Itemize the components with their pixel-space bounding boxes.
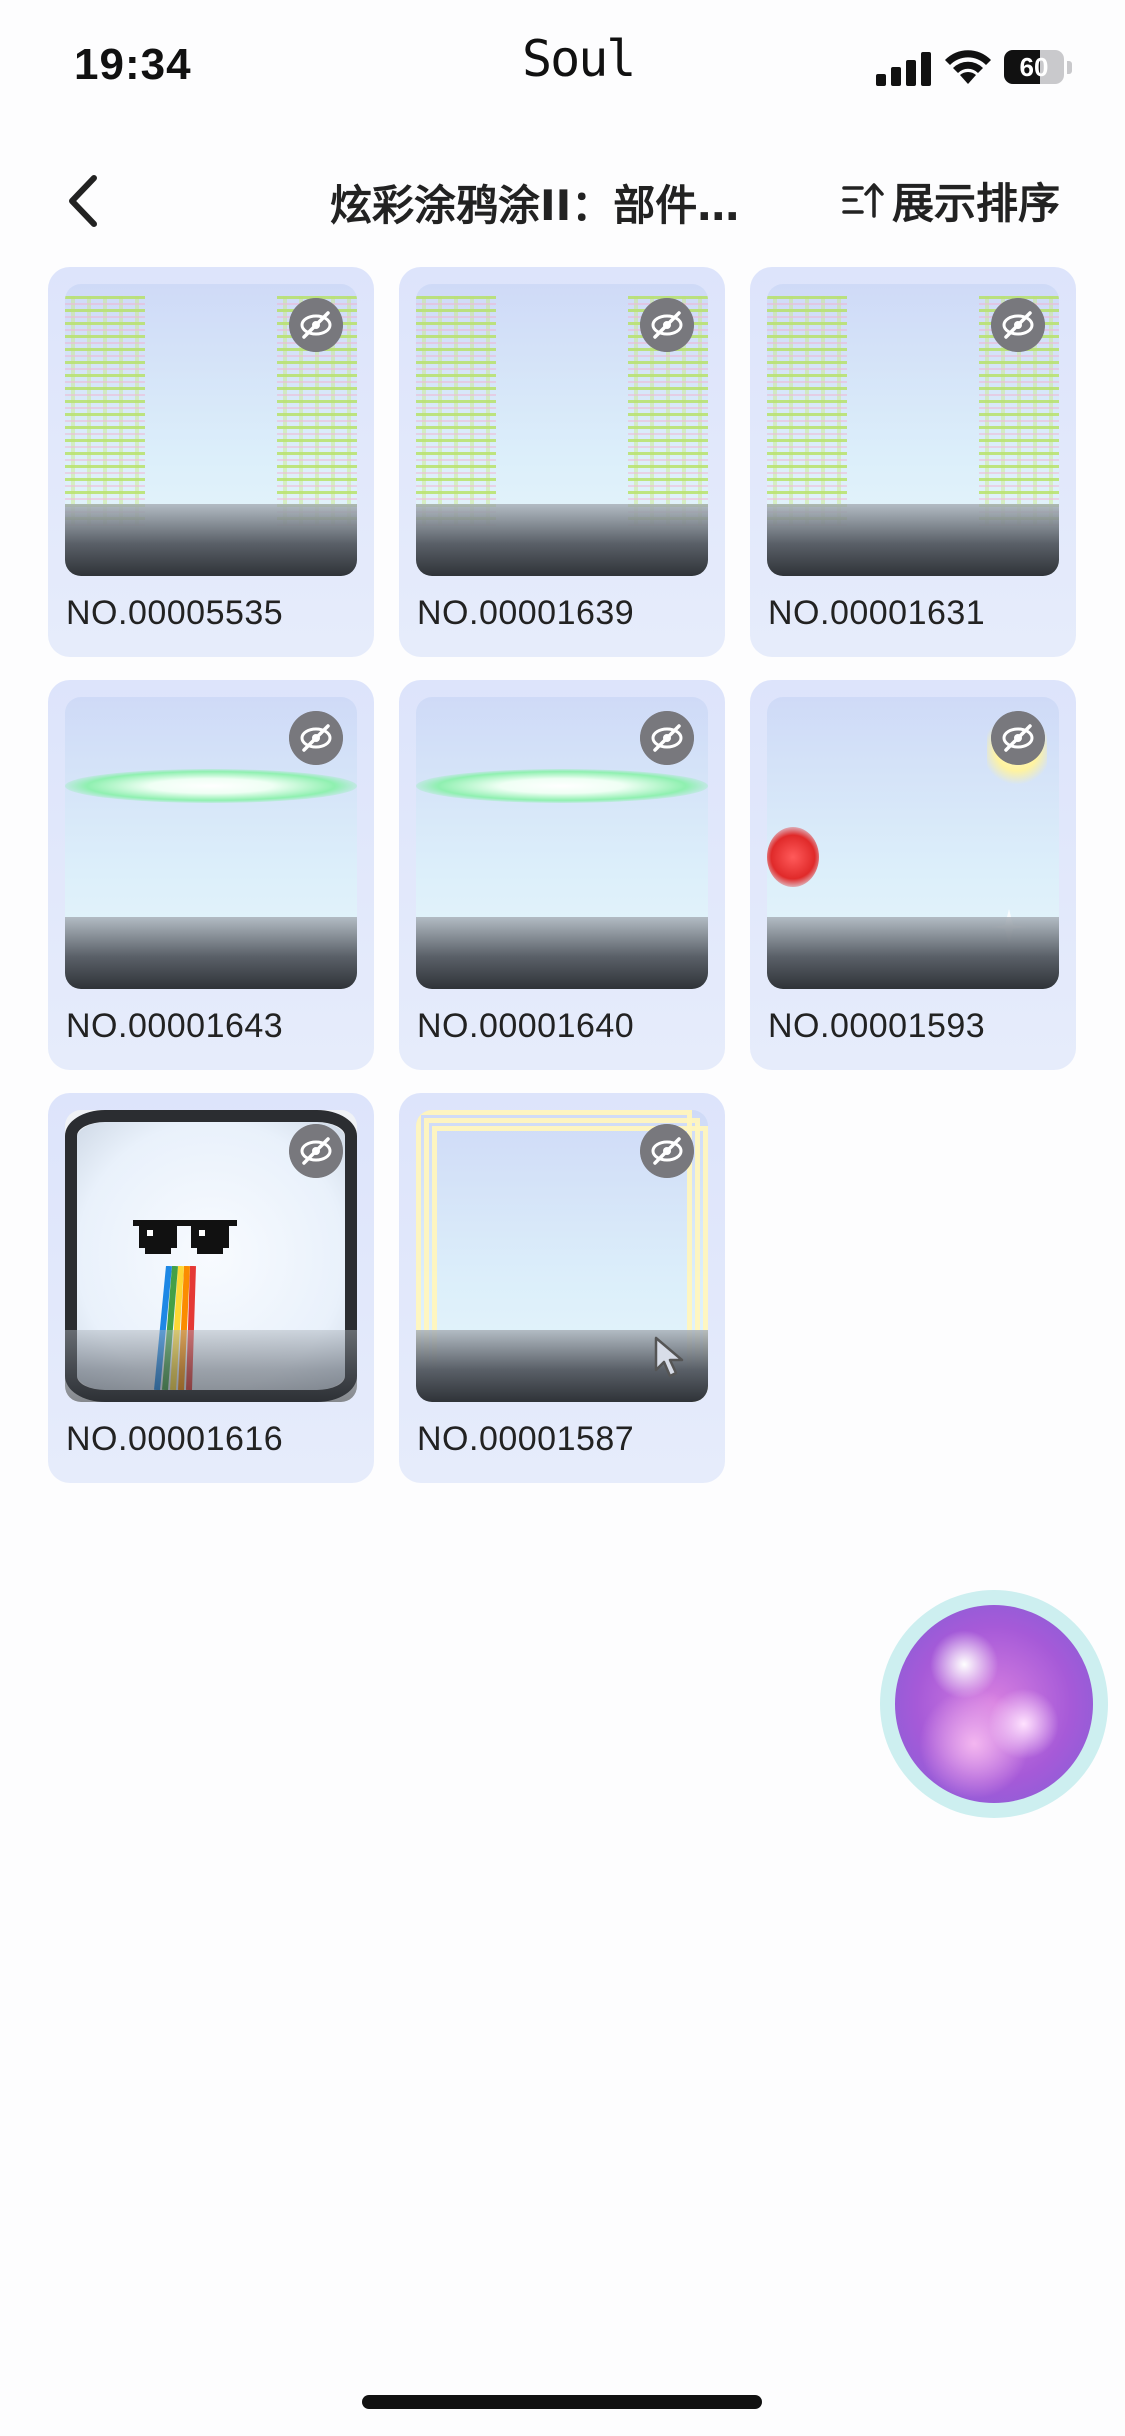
grid-item[interactable]: NO.00005535 <box>48 267 374 657</box>
red-orb-graphic <box>767 827 819 887</box>
item-label: NO.00001640 <box>417 1007 635 1045</box>
eye-off-icon[interactable] <box>640 711 694 765</box>
pixel-sunglasses-graphic <box>133 1220 237 1254</box>
item-label: NO.00001616 <box>66 1420 284 1458</box>
grid-item[interactable]: NO.00001640 <box>399 680 725 1070</box>
item-label: NO.00001631 <box>768 594 986 632</box>
eye-off-icon[interactable] <box>991 711 1045 765</box>
battery-level: 60 <box>1019 52 1049 82</box>
item-label: NO.00001639 <box>417 594 635 632</box>
eye-off-icon[interactable] <box>991 298 1045 352</box>
item-label: NO.00001587 <box>417 1420 635 1458</box>
back-button[interactable] <box>56 166 116 236</box>
grid-item[interactable]: NO.00001616 <box>48 1093 374 1483</box>
grid-item[interactable]: NO.00001593 <box>750 680 1076 1070</box>
nav-bar: 炫彩涂鸦涂II：部件… 展示排序 <box>0 150 1125 250</box>
app-name: Soul <box>522 30 636 88</box>
item-label: NO.00001593 <box>768 1007 986 1045</box>
item-thumbnail <box>767 284 1059 576</box>
cursor-graphic <box>654 1336 684 1378</box>
grid-item[interactable]: NO.00001631 <box>750 267 1076 657</box>
sort-icon <box>842 183 884 218</box>
item-thumbnail <box>416 284 708 576</box>
eye-off-icon[interactable] <box>640 1124 694 1178</box>
grid-item[interactable]: NO.00001587 <box>399 1093 725 1483</box>
grid-item[interactable]: NO.00001639 <box>399 267 725 657</box>
wifi-icon <box>945 50 991 84</box>
item-label: NO.00005535 <box>66 594 284 632</box>
battery-icon: 60 <box>1004 50 1074 86</box>
cellular-signal-icon <box>876 52 931 86</box>
eye-off-icon[interactable] <box>289 711 343 765</box>
item-thumbnail <box>65 284 357 576</box>
page-title: 炫彩涂鸦涂II：部件… <box>330 181 740 230</box>
avatar <box>895 1605 1093 1803</box>
eye-off-icon[interactable] <box>289 298 343 352</box>
grid-item[interactable]: NO.00001643 <box>48 680 374 1070</box>
status-time: 19:34 <box>74 40 192 89</box>
item-thumbnail <box>65 697 357 989</box>
sort-button[interactable]: 展示排序 <box>842 170 1060 230</box>
status-bar: 19:34 Soul 60 <box>0 0 1125 120</box>
floating-avatar-button[interactable] <box>880 1590 1108 1818</box>
item-thumbnail <box>65 1110 357 1402</box>
app-screen: 19:34 Soul 60 炫彩涂鸦涂II：部件… 展示排序 NO.000055… <box>0 0 1125 2436</box>
eye-off-icon[interactable] <box>640 298 694 352</box>
eye-off-icon[interactable] <box>289 1124 343 1178</box>
item-thumbnail <box>416 1110 708 1402</box>
sort-label: 展示排序 <box>892 178 1061 228</box>
item-label: NO.00001643 <box>66 1007 284 1045</box>
item-thumbnail <box>767 697 1059 989</box>
item-thumbnail <box>416 697 708 989</box>
home-indicator[interactable] <box>362 2395 762 2409</box>
